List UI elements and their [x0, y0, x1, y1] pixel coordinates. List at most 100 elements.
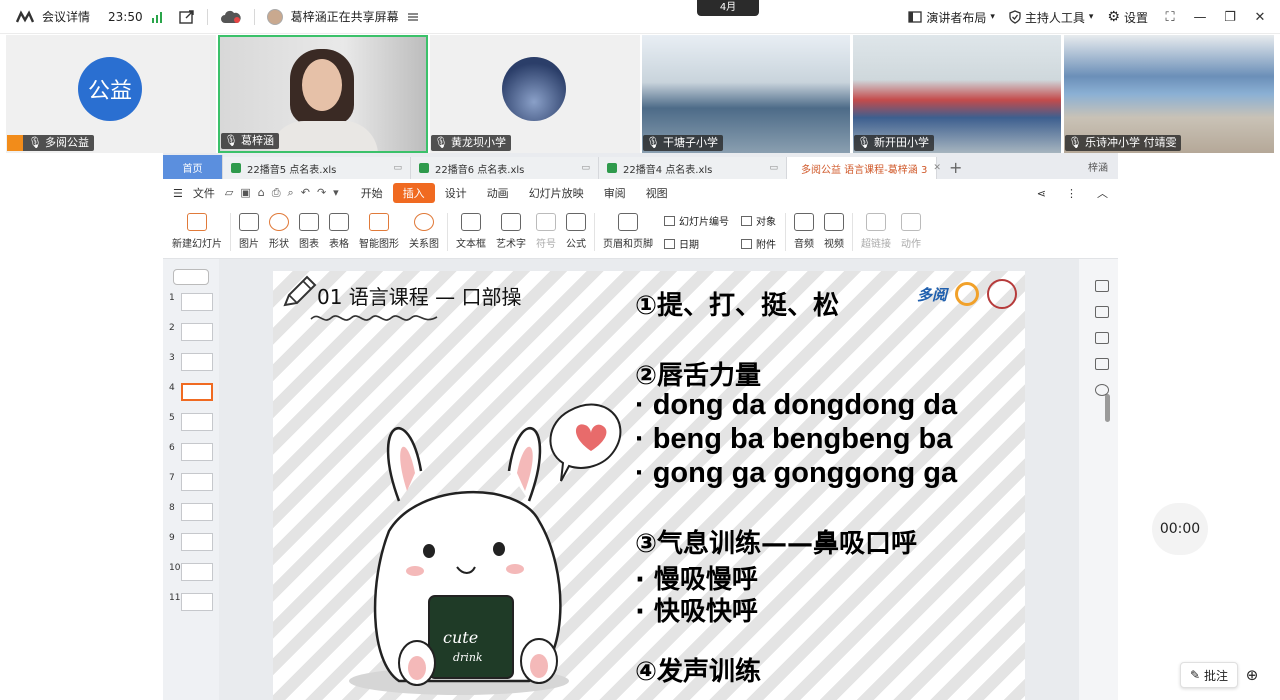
open-folder-icon[interactable]: ▱	[225, 186, 233, 200]
menu-insert[interactable]: 插入	[392, 183, 435, 203]
slide-thumbnail[interactable]: 9	[169, 533, 219, 553]
slide-thumbnail[interactable]: 4	[169, 383, 219, 403]
relation-button[interactable]: 关系图	[404, 213, 444, 250]
slide-thumbnail-preview	[181, 473, 213, 491]
smart-art-button[interactable]: 智能图形	[354, 213, 404, 250]
participant-namebar: 🎙 黄龙坝小学	[431, 135, 511, 151]
collapse-ribbon-icon[interactable]: ︿	[1087, 185, 1118, 201]
save-icon[interactable]: ▣	[240, 186, 250, 200]
print-icon[interactable]: ⎙	[272, 186, 281, 200]
menu-file[interactable]: 文件	[193, 185, 225, 201]
action-button[interactable]: 动作	[896, 213, 926, 250]
menu-lines-icon[interactable]	[407, 12, 419, 22]
formula-button[interactable]: 公式	[561, 213, 591, 250]
chart-button[interactable]: 图表	[294, 213, 324, 250]
tab-spreadsheet[interactable]: 22播音4 点名表.xls ▭	[599, 157, 787, 179]
symbol-button[interactable]: 符号	[531, 213, 561, 250]
slide-thumbnail[interactable]: 11	[169, 593, 219, 613]
zoom-in-icon[interactable]: ⊕	[1240, 662, 1264, 688]
restore-icon[interactable]: ❐	[1222, 10, 1238, 25]
sharing-status: 葛梓涵正在共享屏幕	[290, 10, 399, 24]
button-label: 文本框	[456, 239, 486, 250]
undo-icon[interactable]: ↶	[301, 186, 310, 200]
host-tools-button[interactable]: 主持人工具 ▾	[1009, 9, 1093, 26]
hamburger-icon[interactable]: ☰	[163, 187, 193, 200]
slide-thumbnail[interactable]: 2	[169, 323, 219, 343]
slide-number-button[interactable]: 幻灯片编号	[664, 213, 729, 228]
participant-namebar: 🎙 新开田小学	[854, 135, 934, 151]
video-tile[interactable]: 公益 🎙 多阅公益	[6, 35, 216, 153]
hyperlink-button[interactable]: 超链接	[856, 213, 896, 250]
star-icon[interactable]	[1095, 332, 1109, 344]
participant-namebar: 🎙 多阅公益	[7, 135, 94, 151]
slide-thumbnail[interactable]: 8	[169, 503, 219, 523]
presenter-layout-button[interactable]: 演讲者布局 ▾	[908, 9, 995, 26]
slide-thumbnail[interactable]: 7	[169, 473, 219, 493]
picture-button[interactable]: 图片	[234, 213, 264, 250]
tab-home[interactable]: 首页	[163, 155, 223, 179]
slide-thumbnail-number: 5	[169, 413, 175, 423]
tab-label: 22播音4 点名表.xls	[623, 164, 713, 176]
textbox-button[interactable]: 文本框	[451, 213, 491, 250]
slide-thumbnail[interactable]: 1	[169, 293, 219, 313]
audio-button[interactable]: 音频	[789, 213, 819, 250]
format-painter-icon[interactable]: ⌂	[258, 186, 265, 200]
new-tab-button[interactable]: +	[937, 157, 974, 179]
video-tile[interactable]: 🎙 乐诗冲小学 付靖雯	[1064, 35, 1274, 153]
tab-label: 22播音5 点名表.xls	[247, 164, 337, 176]
video-tile[interactable]: 🎙 干塘子小学	[642, 35, 850, 153]
menu-slideshow[interactable]: 幻灯片放映	[519, 185, 594, 201]
slide-text-line: · gong ga gonggong ga	[635, 457, 958, 489]
slide-text-line: · beng ba bengbeng ba	[635, 423, 953, 455]
textbox-icon	[461, 213, 481, 231]
fullscreen-icon[interactable]: ⛶	[1162, 10, 1178, 25]
video-tile[interactable]: 🎙 黄龙坝小学	[430, 35, 640, 153]
attachment-button[interactable]: 附件	[741, 236, 776, 251]
share-window-icon[interactable]	[178, 9, 195, 24]
tab-spreadsheet[interactable]: 22播音5 点名表.xls ▭	[223, 157, 411, 179]
cloud-record-icon[interactable]	[220, 10, 242, 24]
annotate-button[interactable]: ✎ 批注	[1180, 662, 1238, 688]
slide-thumbnail[interactable]: 10	[169, 563, 219, 583]
minimize-icon[interactable]: —	[1192, 10, 1208, 25]
chevron-down-icon[interactable]: ▾	[333, 186, 339, 200]
slide-thumbnail[interactable]: 5	[169, 413, 219, 433]
timer-display[interactable]: 00:00	[1152, 503, 1208, 555]
menu-start[interactable]: 开始	[351, 185, 393, 201]
layers-icon[interactable]	[1095, 280, 1109, 292]
close-icon[interactable]: ✕	[1252, 10, 1268, 25]
date-button[interactable]: 日期	[664, 236, 729, 251]
thumbnail-view-toggle[interactable]	[173, 269, 209, 285]
header-footer-button[interactable]: 页眉和页脚	[598, 213, 658, 250]
button-label: 动作	[901, 239, 921, 250]
menu-review[interactable]: 审阅	[594, 185, 636, 201]
tab-presentation[interactable]: 多阅公益 语言课程-葛梓涵 3 ✕	[787, 157, 941, 179]
preview-icon[interactable]: ⌕	[288, 186, 294, 200]
adjust-icon[interactable]	[1095, 358, 1109, 370]
share-icon[interactable]: ⋖	[1027, 187, 1056, 200]
table-button[interactable]: 表格	[324, 213, 354, 250]
video-tile-speaker[interactable]: 🎙 葛梓涵	[218, 35, 428, 153]
copy-icon[interactable]	[1095, 306, 1109, 318]
tab-spreadsheet[interactable]: 22播音6 点名表.xls ▭	[411, 157, 599, 179]
redo-icon[interactable]: ↷	[317, 186, 326, 200]
meeting-details-button[interactable]: 会议详情	[42, 8, 90, 25]
mic-icon: 🎙	[646, 136, 660, 149]
menu-animation[interactable]: 动画	[477, 185, 519, 201]
new-slide-button[interactable]: 新建幻灯片	[167, 213, 227, 250]
slide-thumbnail[interactable]: 3	[169, 353, 219, 373]
wordart-button[interactable]: 艺术字	[491, 213, 531, 250]
user-name[interactable]: 梓涵	[1088, 159, 1108, 174]
more-icon[interactable]: ⋮	[1056, 187, 1087, 200]
slide-thumbnail[interactable]: 6	[169, 443, 219, 463]
object-button[interactable]: 对象	[741, 213, 776, 228]
video-button[interactable]: 视频	[819, 213, 849, 250]
settings-button[interactable]: ⚙ 设置	[1107, 9, 1148, 26]
slide[interactable]: 01 语言课程 — 口部操 多阅 ①提、打、挺、松 ②唇舌力量 · dong d…	[273, 271, 1025, 700]
slide-thumbnail-preview	[181, 413, 213, 431]
menu-view[interactable]: 视图	[636, 185, 678, 201]
shape-button[interactable]: 形状	[264, 213, 294, 250]
history-icon[interactable]	[1095, 384, 1109, 396]
video-tile[interactable]: 🎙 新开田小学	[853, 35, 1061, 153]
menu-design[interactable]: 设计	[435, 185, 477, 201]
